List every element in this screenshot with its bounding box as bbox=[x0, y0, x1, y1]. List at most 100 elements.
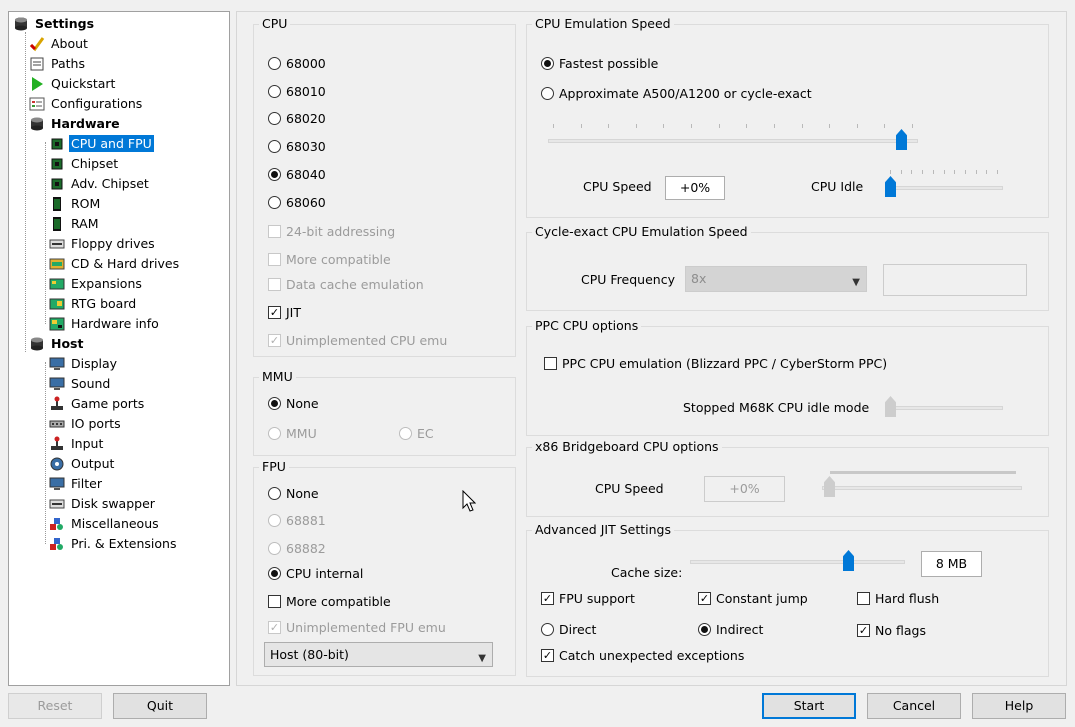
tree-label: IO ports bbox=[71, 416, 121, 431]
tree-item-rom[interactable]: ROM bbox=[49, 194, 102, 214]
fpu-radio-68881[interactable]: 68881 bbox=[268, 513, 326, 529]
hard-flush-checkbox[interactable]: Hard flush bbox=[857, 591, 939, 607]
fpu-more-compatible-checkbox[interactable]: More compatible bbox=[268, 594, 391, 610]
tree-item-cpu-and-fpu[interactable]: CPU and FPU bbox=[49, 134, 154, 154]
tree-item-host[interactable]: Host bbox=[29, 334, 85, 354]
data-cache-checkbox[interactable]: Data cache emulation bbox=[268, 277, 424, 293]
slider-thumb[interactable] bbox=[885, 176, 896, 197]
start-button[interactable]: Start bbox=[762, 693, 856, 719]
cpu-more-compatible-checkbox[interactable]: More compatible bbox=[268, 252, 391, 268]
ppc-idle-label: Stopped M68K CPU idle mode bbox=[683, 400, 870, 415]
slider-tick bbox=[933, 170, 934, 174]
ram-chip-icon bbox=[49, 216, 65, 232]
tree-item-miscellaneous[interactable]: Miscellaneous bbox=[49, 514, 161, 534]
tree-item-adv-chipset[interactable]: Adv. Chipset bbox=[49, 174, 151, 194]
unimplemented-fpu-checkbox[interactable]: ✓ Unimplemented FPU emu bbox=[268, 620, 446, 636]
tree-item-about[interactable]: About bbox=[29, 34, 90, 54]
tree-item-pri-extensions[interactable]: Pri. & Extensions bbox=[49, 534, 178, 554]
cpu-radio-68030[interactable]: 68030 bbox=[268, 139, 326, 155]
slider-track bbox=[690, 560, 905, 564]
jit-checkbox[interactable]: ✓ JIT bbox=[268, 305, 301, 321]
fpu-radio-cpu-internal[interactable]: CPU internal bbox=[268, 566, 363, 582]
addr24-checkbox[interactable]: 24-bit addressing bbox=[268, 224, 395, 240]
speed-radio-approximate[interactable]: Approximate A500/A1200 or cycle-exact bbox=[541, 86, 812, 102]
slider-thumb[interactable] bbox=[843, 550, 854, 571]
x86-cpu-speed-field[interactable]: +0% bbox=[704, 476, 785, 502]
slider-thumb[interactable] bbox=[885, 396, 896, 417]
tree-item-game-ports[interactable]: Game ports bbox=[49, 394, 146, 414]
unimplemented-cpu-checkbox[interactable]: ✓ Unimplemented CPU emu bbox=[268, 333, 447, 349]
tree-item-settings[interactable]: Settings bbox=[13, 14, 96, 34]
reset-button[interactable]: Reset bbox=[8, 693, 102, 719]
tree-item-quickstart[interactable]: Quickstart bbox=[29, 74, 117, 94]
monitor-icon bbox=[49, 356, 65, 372]
jit-radio-indirect[interactable]: Indirect bbox=[698, 622, 763, 638]
cache-size-slider[interactable] bbox=[690, 540, 905, 574]
tree-item-sound[interactable]: Sound bbox=[49, 374, 112, 394]
tree-item-filter[interactable]: Filter bbox=[49, 474, 104, 494]
fpu-precision-select[interactable]: Host (80-bit) ▼ bbox=[264, 642, 493, 667]
cpu-speed-field[interactable]: +0% bbox=[665, 176, 725, 200]
tree-item-expansions[interactable]: Expansions bbox=[49, 274, 144, 294]
tree-item-chipset[interactable]: Chipset bbox=[49, 154, 120, 174]
tree-item-io-ports[interactable]: IO ports bbox=[49, 414, 123, 434]
radio-indicator bbox=[698, 623, 711, 636]
tree-connector bbox=[45, 142, 46, 324]
ppc-group-title: PPC CPU options bbox=[532, 319, 642, 333]
ppc-idle-slider[interactable] bbox=[885, 388, 1003, 422]
checkbox-box bbox=[268, 225, 281, 238]
mmu-radio-none[interactable]: None bbox=[268, 396, 319, 412]
cache-size-field[interactable]: 8 MB bbox=[921, 551, 982, 577]
radio-indicator bbox=[268, 397, 281, 410]
radio-indicator bbox=[268, 514, 281, 527]
tree-item-configurations[interactable]: Configurations bbox=[29, 94, 144, 114]
tree-item-output[interactable]: Output bbox=[49, 454, 116, 474]
slider-tick bbox=[901, 170, 902, 174]
cpu-radio-68040[interactable]: 68040 bbox=[268, 167, 326, 183]
cpu-frequency-select[interactable]: 8x ▼ bbox=[685, 266, 867, 292]
fpu-radio-none[interactable]: None bbox=[268, 486, 319, 502]
tree-item-rtg-board[interactable]: RTG board bbox=[49, 294, 138, 314]
tree-item-ram[interactable]: RAM bbox=[49, 214, 101, 234]
help-button[interactable]: Help bbox=[972, 693, 1066, 719]
slider-thumb[interactable] bbox=[824, 476, 835, 497]
no-flags-checkbox[interactable]: ✓ No flags bbox=[857, 623, 926, 639]
radio-indicator bbox=[268, 542, 281, 555]
cpu-idle-slider[interactable] bbox=[885, 168, 1003, 202]
tree-item-input[interactable]: Input bbox=[49, 434, 105, 454]
tree-item-hardware-info[interactable]: Hardware info bbox=[49, 314, 161, 334]
chip-icon bbox=[49, 136, 65, 152]
board-info-icon bbox=[49, 316, 65, 332]
tree-item-hardware[interactable]: Hardware bbox=[29, 114, 122, 134]
ppc-emulation-checkbox[interactable]: PPC CPU emulation (Blizzard PPC / CyberS… bbox=[544, 356, 887, 372]
cpu-radio-68010[interactable]: 68010 bbox=[268, 84, 326, 100]
settings-tree[interactable]: Settings About Paths Quickstart Configur… bbox=[8, 11, 230, 686]
speed-radio-fastest[interactable]: Fastest possible bbox=[541, 56, 658, 72]
slider-thumb[interactable] bbox=[896, 129, 907, 150]
fpu-radio-68882[interactable]: 68882 bbox=[268, 541, 326, 557]
slider-tick bbox=[608, 124, 609, 128]
cpu-radio-68060[interactable]: 68060 bbox=[268, 195, 326, 211]
radio-label: EC bbox=[417, 426, 434, 441]
cpu-radio-68000[interactable]: 68000 bbox=[268, 56, 326, 72]
cpu-frequency-custom-field[interactable] bbox=[883, 264, 1027, 296]
speed-slider[interactable] bbox=[548, 120, 918, 154]
cpu-radio-68020[interactable]: 68020 bbox=[268, 111, 326, 127]
x86-speed-slider[interactable] bbox=[822, 468, 1022, 502]
tree-label: Quickstart bbox=[51, 76, 116, 91]
catch-exceptions-checkbox[interactable]: ✓ Catch unexpected exceptions bbox=[541, 648, 744, 664]
tree-label: Floppy drives bbox=[71, 236, 155, 251]
tree-item-cd-hard-drives[interactable]: CD & Hard drives bbox=[49, 254, 181, 274]
tree-label: Pri. & Extensions bbox=[71, 536, 177, 551]
tree-item-paths[interactable]: Paths bbox=[29, 54, 87, 74]
quit-button[interactable]: Quit bbox=[113, 693, 207, 719]
tree-item-display[interactable]: Display bbox=[49, 354, 119, 374]
tree-item-floppy-drives[interactable]: Floppy drives bbox=[49, 234, 157, 254]
jit-radio-direct[interactable]: Direct bbox=[541, 622, 596, 638]
tree-item-disk-swapper[interactable]: Disk swapper bbox=[49, 494, 157, 514]
fpu-support-checkbox[interactable]: ✓ FPU support bbox=[541, 591, 635, 607]
constant-jump-checkbox[interactable]: ✓ Constant jump bbox=[698, 591, 808, 607]
mmu-radio-ec[interactable]: EC bbox=[399, 426, 434, 442]
mmu-radio-mmu[interactable]: MMU bbox=[268, 426, 317, 442]
cancel-button[interactable]: Cancel bbox=[867, 693, 961, 719]
